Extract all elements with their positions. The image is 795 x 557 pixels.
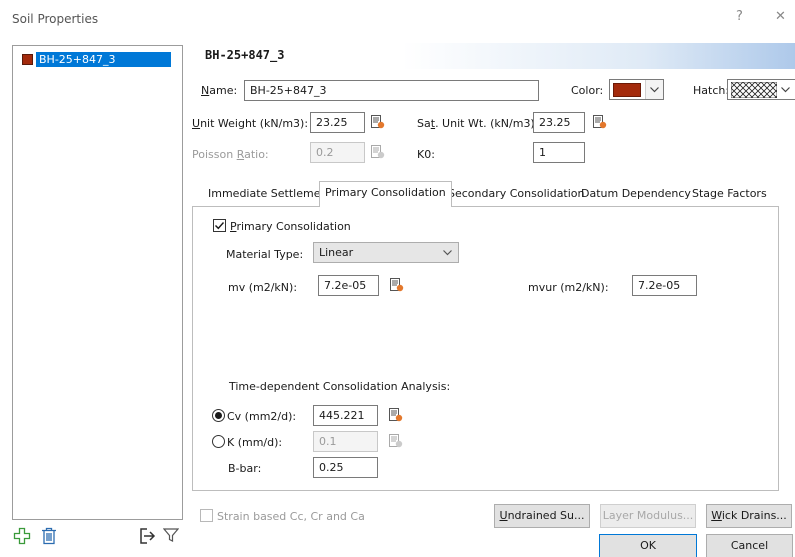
cv-label: Cv (mm2/d): bbox=[227, 410, 297, 423]
unit-weight-label: Unit Weight (kN/m3): bbox=[192, 117, 309, 130]
k-input[interactable]: 0.1 bbox=[313, 431, 378, 452]
color-dropdown[interactable] bbox=[609, 79, 664, 100]
color-label: Color: bbox=[571, 84, 604, 97]
filter-icon[interactable] bbox=[163, 527, 179, 543]
strain-based-checkbox[interactable] bbox=[200, 509, 213, 522]
calculator-icon[interactable] bbox=[389, 408, 403, 422]
calculator-icon[interactable] bbox=[371, 145, 385, 159]
layer-modulus-button[interactable]: Layer Modulus... bbox=[600, 504, 696, 528]
chevron-down-icon bbox=[443, 250, 452, 256]
undrained-su-button[interactable]: Undrained Su... bbox=[494, 504, 590, 528]
b-bar-input[interactable]: 0.25 bbox=[313, 457, 378, 478]
ok-button[interactable]: OK bbox=[599, 534, 697, 557]
material-list[interactable]: BH-25+847_3 bbox=[12, 45, 183, 520]
delete-icon[interactable] bbox=[41, 527, 57, 545]
name-label: Name: bbox=[201, 84, 238, 97]
help-button[interactable]: ? bbox=[736, 9, 743, 24]
tab-immediate-settlement[interactable]: Immediate Settlement bbox=[203, 183, 337, 205]
material-color-swatch bbox=[22, 53, 33, 65]
chevron-down-icon bbox=[645, 80, 663, 99]
hatch-pattern-icon bbox=[731, 81, 777, 98]
calculator-icon[interactable] bbox=[371, 115, 385, 129]
mvur-label: mvur (m2/kN): bbox=[528, 281, 609, 294]
import-icon[interactable] bbox=[138, 527, 156, 545]
close-button[interactable]: ✕ bbox=[775, 9, 786, 24]
color-swatch bbox=[613, 82, 641, 97]
hatch-dropdown[interactable] bbox=[727, 79, 795, 100]
sat-unit-weight-input[interactable]: 23.25 bbox=[533, 112, 585, 133]
list-item[interactable]: BH-25+847_3 bbox=[22, 51, 182, 67]
k0-input[interactable]: 1 bbox=[533, 142, 585, 163]
b-bar-label: B-bar: bbox=[228, 462, 262, 475]
k0-label: K0: bbox=[417, 148, 435, 161]
sat-unit-weight-label: Sat. Unit Wt. (kN/m3) bbox=[417, 117, 535, 130]
cv-input[interactable]: 445.221 bbox=[313, 405, 378, 426]
material-type-value: Linear bbox=[319, 246, 354, 259]
name-input[interactable]: BH-25+847_3 bbox=[244, 80, 539, 101]
calculator-icon[interactable] bbox=[593, 115, 607, 129]
material-type-dropdown[interactable]: Linear bbox=[313, 242, 459, 263]
primary-consolidation-checkbox[interactable] bbox=[213, 219, 226, 232]
time-dependent-label: Time-dependent Consolidation Analysis: bbox=[229, 380, 451, 393]
checkmark-icon bbox=[215, 222, 225, 230]
cv-radio[interactable] bbox=[212, 409, 225, 422]
k-radio[interactable] bbox=[212, 435, 225, 448]
unit-weight-input[interactable]: 23.25 bbox=[310, 112, 365, 133]
mv-input[interactable]: 7.2e-05 bbox=[318, 275, 379, 296]
radio-selected-dot bbox=[215, 412, 222, 419]
material-type-label: Material Type: bbox=[226, 248, 304, 261]
wick-drains-button[interactable]: Wick Drains... bbox=[706, 504, 792, 528]
window-title: Soil Properties bbox=[12, 12, 99, 26]
tab-secondary-consolidation[interactable]: Secondary Consolidation bbox=[443, 183, 590, 205]
poisson-ratio-input[interactable]: 0.2 bbox=[310, 142, 365, 163]
mv-label: mv (m2/kN): bbox=[228, 281, 298, 294]
add-icon[interactable] bbox=[13, 527, 31, 545]
chevron-down-icon bbox=[781, 86, 790, 92]
poisson-ratio-label: Poisson Ratio: bbox=[192, 148, 269, 161]
calculator-icon[interactable] bbox=[390, 278, 404, 292]
primary-consolidation-label: Primary Consolidation bbox=[230, 220, 351, 233]
material-name: BH-25+847_3 bbox=[36, 51, 171, 67]
calculator-icon[interactable] bbox=[389, 434, 403, 448]
tab-datum-dependency[interactable]: Datum Dependency bbox=[576, 183, 696, 205]
k-label: K (mm/d): bbox=[227, 436, 283, 449]
cancel-button[interactable]: Cancel bbox=[706, 534, 793, 557]
hatch-label: Hatch: bbox=[693, 84, 730, 97]
tab-stage-factors[interactable]: Stage Factors bbox=[687, 183, 772, 205]
page-title: BH-25+847_3 bbox=[205, 48, 285, 62]
mvur-input[interactable]: 7.2e-05 bbox=[632, 275, 697, 296]
tab-primary-consolidation[interactable]: Primary Consolidation bbox=[319, 181, 452, 207]
strain-based-label: Strain based Cc, Cr and Ca bbox=[217, 510, 365, 523]
